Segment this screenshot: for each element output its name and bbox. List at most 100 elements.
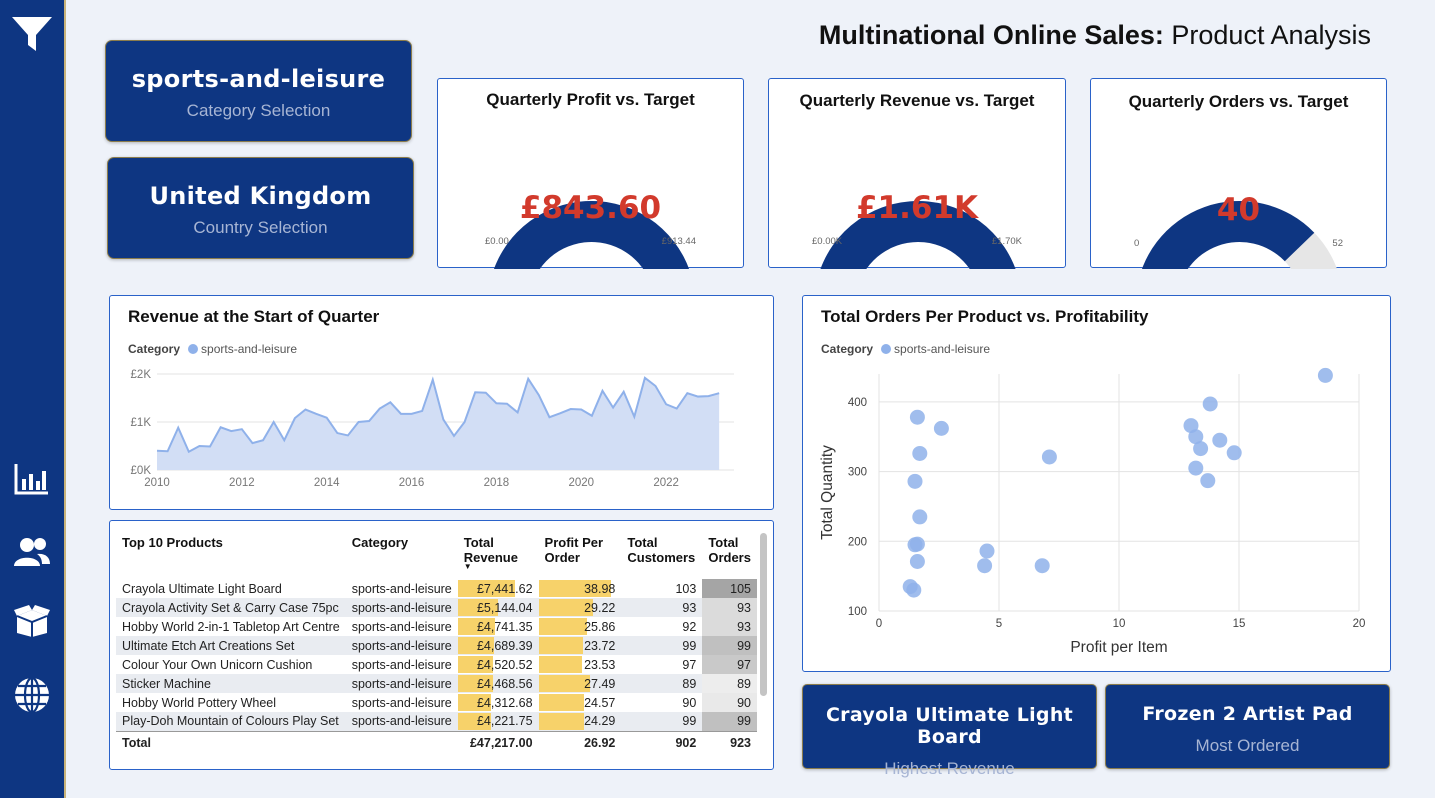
- scatter-point[interactable]: [1226, 445, 1242, 461]
- header-profit[interactable]: Profit Per Order: [539, 533, 622, 579]
- header-revenue[interactable]: Total Revenue ▼: [458, 533, 539, 579]
- scatter-point[interactable]: [909, 536, 925, 552]
- sort-desc-icon[interactable]: ▼: [464, 562, 472, 571]
- kpi-label: Highest Revenue: [884, 759, 1015, 778]
- filter-icon[interactable]: [9, 12, 55, 58]
- scatter-point[interactable]: [977, 558, 993, 574]
- header-category[interactable]: Category: [346, 533, 458, 579]
- scatter-point[interactable]: [912, 509, 928, 525]
- gauge-value: £843.60: [519, 190, 662, 226]
- customers-cell: 103: [675, 581, 697, 596]
- revenue-area-chart[interactable]: £0K £1K £2K 2010 2012 2014 2016 2018 2020 2022: [110, 296, 775, 511]
- product-cell: Crayola Activity Set & Carry Case 75pc: [116, 598, 346, 617]
- table-row[interactable]: Ultimate Etch Art Creations Set sports-an…: [116, 636, 757, 655]
- table-row[interactable]: Colour Your Own Unicorn Cushion sports-an…: [116, 655, 757, 674]
- page-title: Multinational Online Sales: Product Anal…: [818, 20, 1371, 50]
- y-tick-label: 400: [848, 397, 867, 409]
- scatter-point[interactable]: [933, 420, 949, 436]
- country-selection-value: United Kingdom: [149, 182, 372, 210]
- scatter-point[interactable]: [912, 445, 928, 461]
- orders-cell: 90: [702, 693, 757, 712]
- revenue-gauge-card: Quarterly Revenue vs. Target £1.61K £0.0…: [768, 78, 1066, 269]
- scatter-point[interactable]: [1202, 396, 1218, 412]
- category-cell: sports-and-leisure: [345, 674, 458, 693]
- y-tick-label: 200: [848, 536, 867, 548]
- product-cell: Hobby World Pottery Wheel: [122, 695, 276, 710]
- y-tick-label: 300: [848, 467, 867, 479]
- revenue-cell: £4,221.75: [457, 712, 539, 731]
- users-icon[interactable]: [9, 529, 55, 575]
- profit-databar: [538, 618, 587, 635]
- x-axis-label: Profit per Item: [1070, 639, 1167, 656]
- gauge-min-label: £0.00: [485, 236, 509, 247]
- table-row[interactable]: Crayola Activity Set & Carry Case 75pc sp…: [116, 598, 757, 617]
- total-label: Total: [116, 730, 346, 755]
- scatter-point[interactable]: [909, 409, 925, 425]
- gauge-max-label: £1.70K: [991, 236, 1022, 247]
- header-orders[interactable]: Total Orders: [702, 533, 757, 579]
- scatter-chart-card: Total Orders Per Product vs. Profitabili…: [802, 295, 1391, 672]
- customers-cell: 99: [621, 712, 703, 731]
- gauge-value: 40: [1216, 192, 1261, 228]
- gauge-min-label: £0.00K: [812, 236, 843, 247]
- orders-cell: 105: [702, 579, 757, 598]
- category-cell: sports-and-leisure: [345, 636, 458, 655]
- profit-cell: 27.49: [538, 674, 622, 693]
- product-cell: Ultimate Etch Art Creations Set: [116, 636, 346, 655]
- table-row[interactable]: Crayola Ultimate Light Board sports-and-l…: [116, 579, 757, 598]
- table-row[interactable]: Hobby World Pottery Wheel sports-and-leis…: [116, 693, 757, 712]
- profit-databar: [538, 675, 591, 692]
- country-selection-label: Country Selection: [193, 218, 328, 237]
- scatter-plot[interactable]: 0 5 10 15 20100200300400Profit per ItemTotal…: [803, 296, 1392, 673]
- category-selection-card[interactable]: sports-and-leisure Category Selection: [105, 40, 412, 142]
- x-tick-label: 2020: [568, 477, 594, 489]
- profit-gauge-card: Quarterly Profit vs. Target £843.60 £0.0…: [437, 78, 744, 269]
- table-row[interactable]: Play-Doh Mountain of Colours Play Set spo…: [116, 712, 757, 731]
- gauge-value: £1.61K: [855, 190, 979, 226]
- profit-cell: 23.53: [538, 655, 622, 674]
- x-tick-label: 2014: [314, 477, 340, 489]
- highest-revenue-card: Crayola Ultimate Light Board Highest Rev…: [802, 684, 1097, 778]
- y-tick-label: £1K: [131, 417, 152, 429]
- y-tick-label: 100: [848, 606, 867, 618]
- scatter-point[interactable]: [1212, 432, 1228, 448]
- scatter-point[interactable]: [907, 473, 923, 489]
- x-tick-label: 15: [1233, 618, 1246, 630]
- profit-databar: [538, 694, 585, 711]
- revenue-line-chart-card: Revenue at the Start of Quarter Category…: [109, 295, 774, 510]
- product-cell: Colour Your Own Unicorn Cushion: [122, 657, 313, 672]
- gauge-min-label: 0: [1134, 238, 1140, 249]
- total-orders: 923: [702, 730, 757, 755]
- x-tick-label: 2022: [653, 477, 679, 489]
- scatter-point[interactable]: [1317, 367, 1333, 383]
- orders-cell: 99: [702, 712, 757, 731]
- globe-icon[interactable]: [9, 672, 55, 718]
- x-tick-label: 0: [876, 618, 882, 630]
- top-products-table: Top 10 Products Category Total Revenue ▼ …: [116, 533, 757, 755]
- bar-chart-icon[interactable]: [9, 456, 55, 502]
- gauge-max-label: 52: [1332, 238, 1343, 249]
- scatter-point[interactable]: [1193, 441, 1209, 457]
- country-selection-card[interactable]: United Kingdom Country Selection: [107, 157, 414, 259]
- scatter-point[interactable]: [1034, 558, 1050, 574]
- table-scrollbar[interactable]: [760, 533, 767, 696]
- scatter-point[interactable]: [909, 554, 925, 570]
- table-row[interactable]: Hobby World 2-in-1 Tabletop Art Centre sp…: [116, 617, 757, 636]
- table-row[interactable]: Sticker Machine sports-and-leisure £4,468.…: [116, 674, 757, 693]
- scatter-point[interactable]: [906, 582, 922, 598]
- profit-databar: [538, 656, 583, 673]
- header-customers[interactable]: Total Customers: [621, 533, 702, 579]
- x-tick-label: 2016: [399, 477, 425, 489]
- box-icon[interactable]: [9, 598, 55, 644]
- header-product[interactable]: Top 10 Products: [116, 533, 346, 579]
- scatter-point[interactable]: [1188, 460, 1204, 476]
- kpi-value: Frozen 2 Artist Pad: [1142, 703, 1353, 725]
- category-cell: sports-and-leisure: [351, 581, 452, 596]
- scatter-point[interactable]: [1200, 473, 1216, 489]
- orders-cell: 89: [702, 674, 757, 693]
- revenue-cell: £4,689.39: [457, 636, 539, 655]
- category-cell: sports-and-leisure: [351, 695, 452, 710]
- most-ordered-card: Frozen 2 Artist Pad Most Ordered: [1105, 684, 1390, 769]
- scatter-point[interactable]: [1041, 449, 1057, 465]
- scatter-point[interactable]: [979, 543, 995, 559]
